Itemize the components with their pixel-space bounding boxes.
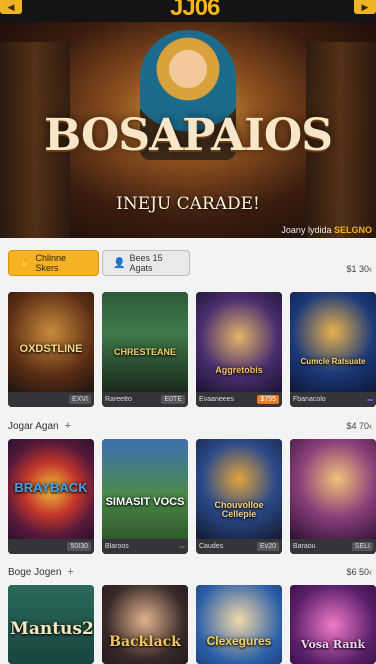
user-icon: 👤	[113, 257, 126, 269]
hand-icon: ✋	[19, 257, 32, 269]
game-thumbnail	[290, 439, 376, 539]
game-title: OXDSTLINE	[19, 343, 83, 355]
game-card[interactable]: CHRESTEANE Rareetto E0TE	[102, 292, 188, 407]
game-thumbnail	[8, 292, 94, 392]
game-thumbnail	[196, 439, 282, 539]
game-card[interactable]: SIMASIT VOCS Blaroos	[102, 439, 188, 554]
tab-bees-agats[interactable]: 👤 Bees 15 Agats	[102, 250, 190, 276]
chevron-right-icon[interactable]: ▶	[354, 0, 376, 14]
game-card[interactable]: Vosa Rank	[290, 585, 376, 664]
hero-credit-text: Joany lydida	[281, 225, 332, 235]
game-caption: Rareetto E0TE	[102, 392, 188, 407]
game-title: Backlack	[109, 634, 181, 650]
game-card[interactable]: Mantus2	[8, 585, 94, 664]
game-card[interactable]: Clexegures	[196, 585, 282, 664]
game-row: Mantus2 Backlack Clexegures Vosa Rank	[8, 585, 376, 664]
game-title: Vosa Rank	[300, 638, 366, 651]
tab-chlinne-skers[interactable]: ✋ Chlinne Skers	[8, 250, 99, 276]
hero-subtitle: INEJU CARADE!	[116, 194, 260, 214]
game-caption: Fbanacolo	[290, 392, 376, 407]
top-bar: ◀ JJ06 ▶	[0, 0, 376, 22]
game-title: Aggretobis	[215, 365, 263, 375]
game-caption: 50I30	[8, 539, 94, 554]
game-title: CHRESTEANE	[113, 347, 176, 357]
game-thumbnail	[290, 585, 376, 664]
game-card[interactable]: OXDSTLINE EXVI	[8, 292, 94, 407]
game-thumbnail	[102, 292, 188, 392]
game-title: Mantus2	[10, 619, 94, 639]
game-title: BRAYBACK	[14, 480, 88, 495]
plus-icon[interactable]: +	[65, 420, 71, 432]
hero-title: BOSAPAIOS	[44, 110, 333, 161]
game-title: Clexegures	[206, 634, 272, 648]
brand-logo[interactable]: JJ06	[170, 0, 220, 22]
game-card[interactable]: Baraou SELI	[290, 439, 376, 554]
hero-credit-brand: SELGNO	[333, 225, 372, 235]
section-title-jogar-agan[interactable]: Jogar Agan +	[8, 420, 71, 432]
row-total: $1 30‹	[346, 264, 372, 274]
game-thumbnail	[290, 292, 376, 392]
game-caption: Blaroos	[102, 539, 188, 554]
game-title: Cumcle Ratsuate	[300, 357, 366, 366]
game-title: SIMASIT VOCS	[105, 496, 185, 508]
game-caption: Evaaneees $755	[196, 392, 282, 407]
game-caption: Caudes Ev20	[196, 539, 282, 554]
game-card[interactable]: Aggretobis Evaaneees $755	[196, 292, 282, 407]
game-row: OXDSTLINE EXVI CHRESTEANE Rareetto E0TE A…	[8, 292, 376, 407]
plus-icon[interactable]: +	[67, 566, 73, 578]
game-card[interactable]: Chouvolloe Cellepie Caudes Ev20	[196, 439, 282, 554]
chevron-left-icon[interactable]: ◀	[0, 0, 22, 14]
game-caption: Baraou SELI	[290, 539, 376, 554]
game-thumbnail	[196, 585, 282, 664]
row-total: $6 50‹	[346, 567, 372, 577]
row-total: $4 70‹	[346, 421, 372, 431]
game-thumbnail	[196, 292, 282, 392]
tab-label: Chlinne Skers	[35, 253, 66, 273]
game-card[interactable]: Backlack	[102, 585, 188, 664]
section-title-boge-jogen[interactable]: Boge Jogen +	[8, 566, 74, 578]
hero-credit: Joany lydida SELGNO	[281, 225, 372, 235]
hero-banner[interactable]: BOSAPAIOS INEJU CARADE! Joany lydida SEL…	[0, 22, 376, 238]
game-row: BRAYBACK 50I30 SIMASIT VOCS Blaroos Chou…	[8, 439, 376, 554]
game-card[interactable]: BRAYBACK 50I30	[8, 439, 94, 554]
tab-label: Bees 15 Agats	[129, 253, 163, 273]
game-card[interactable]: Cumcle Ratsuate Fbanacolo	[290, 292, 376, 407]
game-thumbnail	[102, 585, 188, 664]
game-caption: EXVI	[8, 392, 94, 407]
game-thumbnail	[102, 439, 188, 539]
game-title: Chouvolloe Cellepie	[214, 500, 264, 519]
filter-tabs: ✋ Chlinne Skers 👤 Bees 15 Agats $1 30‹	[0, 250, 376, 280]
